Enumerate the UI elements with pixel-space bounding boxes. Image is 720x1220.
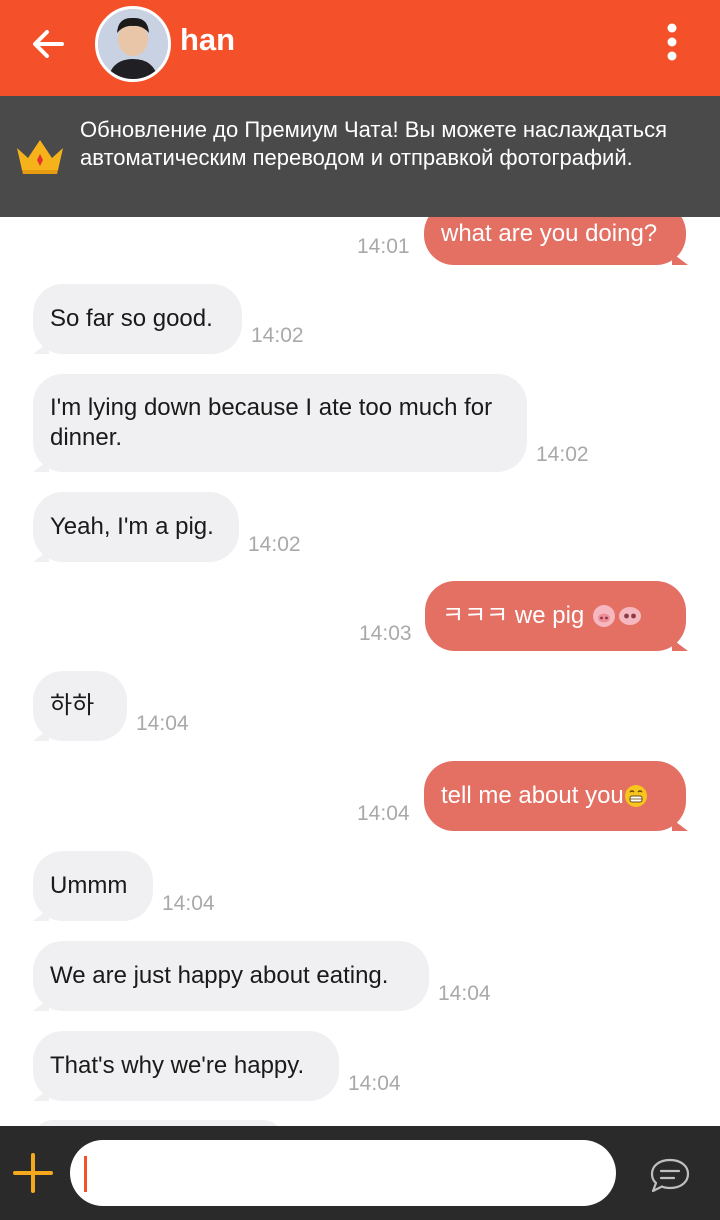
premium-banner[interactable]: Обновление до Премиум Чата! Вы можете на… <box>0 96 720 217</box>
message-time: 14:04 <box>348 1072 401 1095</box>
message-bubble[interactable]: tell me about you <box>424 761 686 831</box>
bubble-tail <box>672 819 688 831</box>
message-bubble[interactable]: So far so good. <box>33 284 242 354</box>
message-text: tell me about you <box>441 782 624 809</box>
message-time: 14:01 <box>357 235 410 258</box>
bubble-tail <box>33 909 49 921</box>
input-bar <box>0 1126 720 1220</box>
bubble-tail <box>33 342 49 354</box>
message-time: 14:04 <box>136 712 189 735</box>
bubble-tail <box>33 729 49 741</box>
back-arrow-icon[interactable] <box>28 24 68 64</box>
message-time: 14:03 <box>359 622 412 645</box>
message-time: 14:02 <box>251 324 304 347</box>
message-time: 14:04 <box>357 802 410 825</box>
avatar-photo <box>98 9 168 79</box>
message-bubble[interactable]: ㅋㅋㅋ we pig <box>425 581 686 651</box>
bubble-tail <box>672 639 688 651</box>
message-text: Ummm <box>50 872 128 899</box>
pig-nose-emoji-icon <box>593 605 616 627</box>
message-time: 14:02 <box>536 443 589 466</box>
bubble-tail <box>33 550 49 562</box>
message-bubble[interactable]: We are just happy about eating. <box>33 941 429 1011</box>
crown-icon <box>17 140 63 174</box>
message-input[interactable] <box>70 1140 616 1206</box>
plus-icon[interactable] <box>12 1152 54 1194</box>
message-bubble[interactable]: I'm lying down because I ate too much fo… <box>33 374 527 472</box>
message-text: So far so good. <box>50 305 213 332</box>
bubble-tail <box>33 460 49 472</box>
message-bubble[interactable]: Ummm <box>33 851 153 921</box>
banner-text: Обновление до Премиум Чата! Вы можете на… <box>80 117 668 170</box>
avatar[interactable] <box>95 6 171 82</box>
message-text: what are you doing? <box>441 220 658 247</box>
grin-emoji-icon <box>624 785 647 807</box>
message-list[interactable]: 14:01 what are you doing? So far so good… <box>0 217 720 1126</box>
bubble-tail <box>33 999 49 1011</box>
contact-name: han <box>180 22 236 57</box>
message-text: ㅋㅋㅋ we pig <box>442 602 585 629</box>
bubble-tail <box>672 253 688 265</box>
message-text: Yeah, I'm a pig. <box>50 513 214 540</box>
message-time: 14:04 <box>162 892 215 915</box>
bubble-tail <box>33 1089 49 1101</box>
message-bubble[interactable]: That's why we're happy. <box>33 1031 339 1101</box>
message-bubble[interactable]: what are you doing? <box>424 217 686 265</box>
chat-header: han <box>0 0 720 96</box>
message-text: We are just happy about eating. <box>50 962 389 989</box>
message-time: 14:02 <box>248 533 301 556</box>
text-caret <box>84 1156 87 1192</box>
message-text: I'm lying down because I ate too much fo… <box>50 394 493 451</box>
message-time: 14:04 <box>438 982 491 1005</box>
pig-snout-emoji-icon <box>619 607 642 625</box>
message-text: That's why we're happy. <box>50 1052 305 1079</box>
message-text: 하하 <box>50 692 95 719</box>
more-vertical-icon[interactable] <box>660 20 684 64</box>
chat-bubble-icon[interactable] <box>648 1156 692 1196</box>
message-bubble[interactable]: Yeah, I'm a pig. <box>33 492 239 562</box>
